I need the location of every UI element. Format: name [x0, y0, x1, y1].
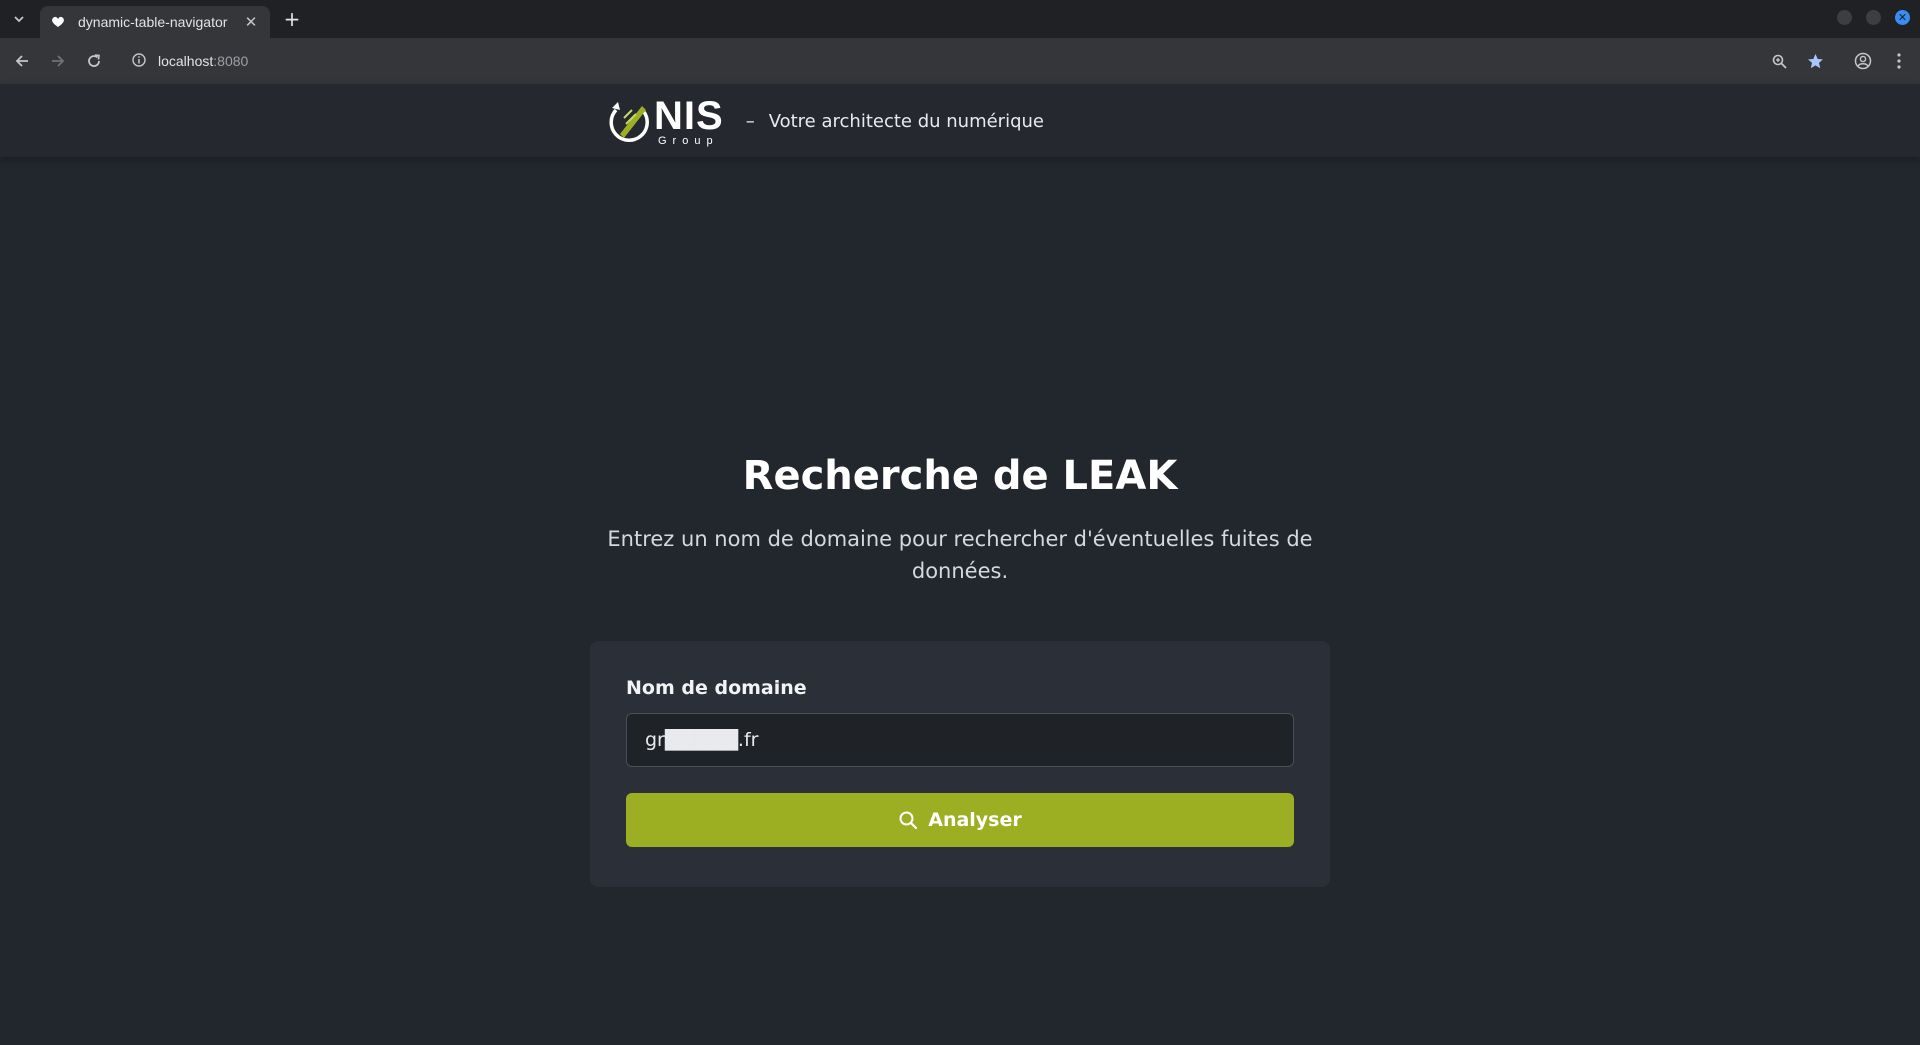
header-separator: – [745, 110, 755, 132]
logo-text-sub: Group [658, 135, 719, 147]
bookmark-star-icon[interactable] [1804, 44, 1826, 78]
browser-tab[interactable]: dynamic-table-navigator ✕ [40, 6, 270, 38]
reload-icon[interactable] [76, 43, 112, 79]
brand: NIS Group – Votre architecte du numériqu… [606, 95, 1044, 147]
tab-title: dynamic-table-navigator [78, 14, 228, 30]
minimize-button[interactable] [1837, 10, 1852, 25]
zoom-icon[interactable] [1768, 44, 1790, 78]
page-title: Recherche de LEAK [742, 453, 1178, 499]
maximize-button[interactable] [1866, 10, 1881, 25]
address-bar[interactable]: localhost:8080 [122, 44, 1760, 78]
tab-search-icon[interactable] [6, 7, 32, 31]
forward-icon[interactable] [40, 43, 76, 79]
site-header: NIS Group – Votre architecte du numériqu… [0, 85, 1920, 157]
logo-text-main: NIS [654, 94, 724, 138]
site-info-icon[interactable] [132, 52, 146, 70]
window-controls: ✕ [1837, 10, 1910, 25]
close-icon[interactable]: ✕ [242, 13, 260, 31]
toolbar-actions [1768, 44, 1910, 78]
main-content: Recherche de LEAK Entrez un nom de domai… [0, 157, 1920, 1045]
new-tab-icon[interactable]: + [280, 8, 304, 32]
search-card: Nom de domaine Analyser [590, 641, 1330, 887]
header-tagline: Votre architecte du numérique [768, 110, 1044, 132]
logo-mark-icon [609, 102, 649, 142]
favicon-heart-icon [50, 14, 66, 30]
browser-tab-bar: dynamic-table-navigator ✕ + ✕ [0, 0, 1920, 38]
url-port: :8080 [213, 53, 249, 69]
window-close-button[interactable]: ✕ [1895, 10, 1910, 25]
nis-logo[interactable]: NIS Group [606, 94, 724, 147]
url-host: localhost [158, 53, 214, 69]
analyze-button[interactable]: Analyser [626, 793, 1294, 847]
profile-icon[interactable] [1852, 44, 1874, 78]
domain-input[interactable] [626, 713, 1294, 767]
domain-field-label: Nom de domaine [626, 677, 807, 699]
analyze-button-label: Analyser [928, 809, 1022, 831]
page-description: Entrez un nom de domaine pour rechercher… [607, 527, 1313, 583]
menu-icon[interactable] [1888, 44, 1910, 78]
browser-toolbar: localhost:8080 [0, 38, 1920, 85]
search-icon [899, 811, 918, 830]
back-icon[interactable] [4, 43, 40, 79]
